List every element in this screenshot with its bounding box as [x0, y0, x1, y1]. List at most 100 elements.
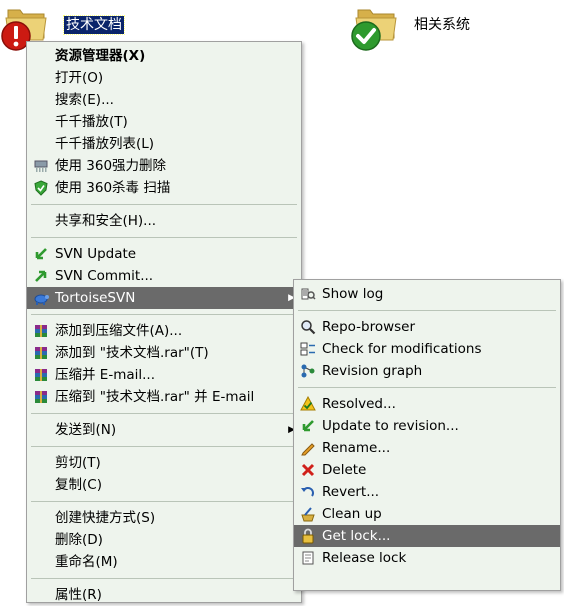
menu-item-label: Get lock...: [322, 528, 391, 544]
menu-item-cut[interactable]: 剪切(T): [27, 452, 301, 474]
menu-item-search[interactable]: 搜索(E)...: [27, 89, 301, 111]
revert-icon: [300, 484, 316, 500]
menu-item-sharing[interactable]: 共享和安全(H)...: [27, 210, 301, 232]
menu-item-label: 创建快捷方式(S): [55, 510, 156, 526]
menu-item-label: Update to revision...: [322, 418, 459, 434]
submenu-item-update-to-revision[interactable]: Update to revision...: [294, 415, 560, 437]
menu-separator: [31, 413, 297, 414]
menu-item-label: 千千播放列表(L): [55, 136, 155, 152]
submenu-item-check-modifications[interactable]: Check for modifications: [294, 338, 560, 360]
submenu-item-revision-graph[interactable]: Revision graph: [294, 360, 560, 382]
menu-item-label: SVN Commit...: [55, 268, 154, 284]
submenu-item-show-log[interactable]: Show log: [294, 283, 560, 305]
menu-item-tortoisesvn[interactable]: TortoiseSVN ▶: [27, 287, 301, 309]
winrar-icon: [33, 345, 49, 361]
menu-item-label: 压缩并 E-mail...: [55, 367, 155, 383]
shield-icon: [33, 180, 49, 196]
menu-separator: [31, 446, 297, 447]
menu-separator: [298, 310, 556, 311]
menu-item-ttplayer[interactable]: 千千播放(T): [27, 111, 301, 133]
menu-item-copy[interactable]: 复制(C): [27, 474, 301, 496]
revision-graph-icon: [300, 363, 316, 379]
menu-item-label: 添加到 "技术文档.rar"(T): [55, 345, 209, 361]
menu-item-label: 剪切(T): [55, 455, 101, 471]
menu-item-svn-commit[interactable]: SVN Commit...: [27, 265, 301, 287]
menu-item-label: Rename...: [322, 440, 391, 456]
menu-item-label: 添加到压缩文件(A)...: [55, 323, 183, 339]
menu-separator: [31, 501, 297, 502]
menu-item-label: 压缩到 "技术文档.rar" 并 E-mail: [55, 389, 255, 405]
menu-item-label: 使用 360杀毒 扫描: [55, 180, 171, 196]
tortoisesvn-submenu: Show log Repo-browser Check for modifica…: [293, 279, 561, 591]
release-lock-icon: [300, 550, 316, 566]
menu-item-label: SVN Update: [55, 246, 137, 262]
menu-item-label: 千千播放(T): [55, 114, 128, 130]
menu-item-send-to[interactable]: 发送到(N) ▶: [27, 419, 301, 441]
menu-item-compress-rar-email[interactable]: 压缩到 "技术文档.rar" 并 E-mail: [27, 386, 301, 408]
menu-item-label: 搜索(E)...: [55, 92, 114, 108]
folder-icon: [351, 0, 400, 51]
menu-separator: [298, 387, 556, 388]
svn-commit-icon: [33, 268, 49, 284]
context-menu: 资源管理器(X) 打开(O) 搜索(E)... 千千播放(T) 千千播放列表(L…: [26, 41, 302, 603]
menu-item-label: Release lock: [322, 550, 407, 566]
winrar-icon: [33, 367, 49, 383]
menu-item-label: 发送到(N): [55, 422, 117, 438]
resolved-icon: [300, 396, 316, 412]
cleanup-icon: [300, 506, 316, 522]
normal-badge-icon: [351, 21, 381, 51]
menu-item-delete[interactable]: 删除(D): [27, 529, 301, 551]
check-modifications-icon: [300, 341, 316, 357]
menu-item-create-shortcut[interactable]: 创建快捷方式(S): [27, 507, 301, 529]
submenu-item-get-lock[interactable]: Get lock...: [294, 525, 560, 547]
tortoise-icon: [33, 290, 49, 306]
submenu-item-release-lock[interactable]: Release lock: [294, 547, 560, 569]
svn-update-icon: [33, 246, 49, 262]
menu-item-ttplayer-playlist[interactable]: 千千播放列表(L): [27, 133, 301, 155]
menu-item-label: 删除(D): [55, 532, 103, 548]
menu-item-properties[interactable]: 属性(R): [27, 584, 301, 606]
submenu-item-revert[interactable]: Revert...: [294, 481, 560, 503]
submenu-item-rename[interactable]: Rename...: [294, 437, 560, 459]
menu-item-rename[interactable]: 重命名(M): [27, 551, 301, 573]
menu-item-add-rar[interactable]: 添加到 "技术文档.rar"(T): [27, 342, 301, 364]
folder-label[interactable]: 技术文档: [63, 15, 125, 35]
menu-item-label: 共享和安全(H)...: [55, 213, 157, 229]
winrar-icon: [33, 389, 49, 405]
menu-item-label: 打开(O): [55, 70, 104, 86]
menu-item-label: Check for modifications: [322, 341, 482, 357]
menu-item-label: Revision graph: [322, 363, 423, 379]
menu-item-add-archive[interactable]: 添加到压缩文件(A)...: [27, 320, 301, 342]
menu-item-label: Resolved...: [322, 396, 396, 412]
menu-item-label: Revert...: [322, 484, 380, 500]
get-lock-icon: [300, 528, 316, 544]
menu-separator: [31, 204, 297, 205]
submenu-item-resolved[interactable]: Resolved...: [294, 393, 560, 415]
menu-separator: [31, 314, 297, 315]
folder-xiangguan-xitong[interactable]: 相关系统: [351, 0, 470, 51]
menu-item-label: Delete: [322, 462, 367, 478]
submenu-item-clean-up[interactable]: Clean up: [294, 503, 560, 525]
submenu-item-repo-browser[interactable]: Repo-browser: [294, 316, 560, 338]
menu-item-label: Repo-browser: [322, 319, 416, 335]
menu-item-label: Show log: [322, 286, 384, 302]
menu-item-label: 属性(R): [55, 587, 102, 603]
folder-label[interactable]: 相关系统: [414, 16, 470, 34]
delete-icon: [300, 462, 316, 478]
menu-item-label: 使用 360强力删除: [55, 158, 167, 174]
menu-item-label: Clean up: [322, 506, 382, 522]
menu-item-360-scan[interactable]: 使用 360杀毒 扫描: [27, 177, 301, 199]
menu-item-360-shred[interactable]: 使用 360强力删除: [27, 155, 301, 177]
rename-icon: [300, 440, 316, 456]
menu-item-explorer[interactable]: 资源管理器(X): [27, 45, 301, 67]
menu-item-label: 资源管理器(X): [55, 48, 146, 64]
menu-item-open[interactable]: 打开(O): [27, 67, 301, 89]
repo-browser-icon: [300, 319, 316, 335]
menu-separator: [31, 578, 297, 579]
submenu-item-delete[interactable]: Delete: [294, 459, 560, 481]
menu-item-svn-update[interactable]: SVN Update: [27, 243, 301, 265]
menu-item-compress-email[interactable]: 压缩并 E-mail...: [27, 364, 301, 386]
show-log-icon: [300, 286, 316, 302]
winrar-icon: [33, 323, 49, 339]
menu-item-label: 复制(C): [55, 477, 102, 493]
